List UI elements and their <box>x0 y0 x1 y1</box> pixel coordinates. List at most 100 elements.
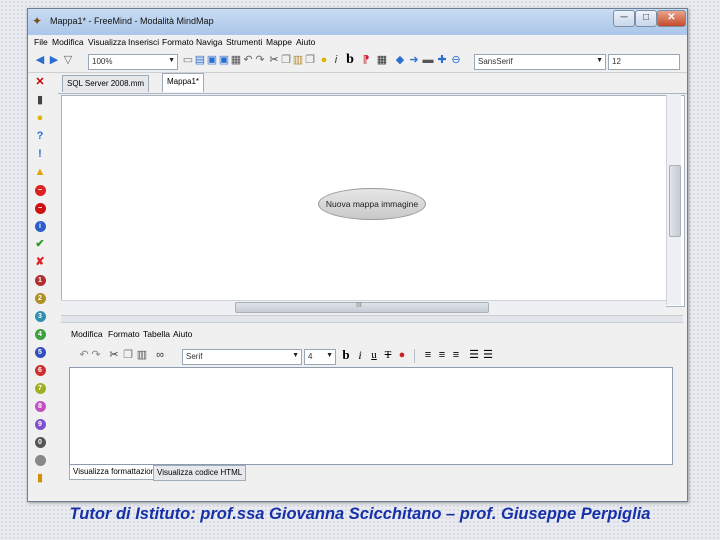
find-binoculars-icon[interactable]: ∞ <box>154 349 166 361</box>
italic-button[interactable]: i <box>330 54 342 66</box>
table-icon[interactable]: ▦ <box>376 54 388 66</box>
tab-sql-server-2008[interactable]: SQL Server 2008.mm <box>62 75 150 92</box>
scroll-grip: III <box>356 302 362 309</box>
plus-icon[interactable]: ✚ <box>436 54 448 66</box>
root-node[interactable]: Nuova mappa immagine <box>318 188 426 220</box>
stop-sign-icon[interactable]: − <box>32 201 48 215</box>
notes-italic-button[interactable]: i <box>354 349 366 361</box>
notes-text-area[interactable] <box>69 367 673 465</box>
redo-icon[interactable]: ↷ <box>254 54 266 66</box>
idea-icon[interactable]: ● <box>32 111 48 125</box>
minimize-button[interactable]: ─ <box>613 10 635 27</box>
menu-file[interactable]: File <box>34 37 48 47</box>
pane-splitter[interactable] <box>61 315 683 323</box>
horizontal-scrollbar[interactable]: III <box>61 300 666 313</box>
priority-8-icon[interactable]: 8 <box>32 399 48 413</box>
check-icon[interactable]: ✔ <box>32 237 48 251</box>
save-as-icon[interactable]: ▣ <box>218 54 230 66</box>
priority-6-icon[interactable]: 6 <box>32 363 48 377</box>
priority-1-icon[interactable]: 1 <box>32 273 48 287</box>
priority-9-icon[interactable]: 9 <box>32 417 48 431</box>
ordered-list-icon[interactable]: ☰ <box>468 349 480 361</box>
align-right-icon[interactable]: ≡ <box>450 349 462 361</box>
notes-size-select[interactable]: 4 ▼ <box>304 349 336 365</box>
bullet-list-icon[interactable]: ☰ <box>482 349 494 361</box>
align-center-icon[interactable]: ≡ <box>436 349 448 361</box>
priority-7-icon[interactable]: 7 <box>32 381 48 395</box>
back-icon[interactable]: ◀ <box>34 54 46 66</box>
notes-underline-button[interactable]: u <box>368 349 380 361</box>
trash-icon[interactable]: ▮ <box>32 93 48 107</box>
align-left-icon[interactable]: ≡ <box>422 349 434 361</box>
warning-icon[interactable]: ▲ <box>32 165 48 179</box>
maximize-button[interactable]: □ <box>635 10 657 27</box>
priority-0-icon[interactable]: 0 <box>32 435 48 449</box>
tab-visualizza-formattazione[interactable]: Visualizza formattazione <box>69 465 164 480</box>
mind-map-canvas[interactable]: Nuova mappa immagine <box>61 95 685 307</box>
filter-icon[interactable]: ▽ <box>62 54 74 66</box>
remove-icon[interactable]: ✕ <box>32 75 48 89</box>
priority-4-icon[interactable]: 4 <box>32 327 48 341</box>
copy-single-icon[interactable]: ❐ <box>304 54 316 66</box>
menu-inserisci[interactable]: Inserisci <box>128 37 159 47</box>
info-icon[interactable]: i <box>32 219 48 233</box>
format-icon[interactable]: ⁋ <box>360 54 372 66</box>
save-icon[interactable]: ▣ <box>206 54 218 66</box>
tab-visualizza-codice-html[interactable]: Visualizza codice HTML <box>153 465 247 481</box>
notes-strike-button[interactable]: T <box>382 349 394 361</box>
notes-menu-aiuto[interactable]: Aiuto <box>173 329 192 339</box>
paste-icon[interactable]: ▥ <box>136 349 148 361</box>
menu-formato[interactable]: Formato <box>162 37 194 47</box>
menu-aiuto[interactable]: Aiuto <box>296 37 315 47</box>
battery-icon[interactable]: ▮ <box>32 471 48 485</box>
zoom-select[interactable]: 100% ▼ <box>88 54 178 70</box>
priority-5-icon[interactable]: 5 <box>32 345 48 359</box>
stop-icon[interactable]: − <box>32 183 48 197</box>
horizontal-scroll-thumb[interactable]: III <box>235 302 489 313</box>
vertical-scroll-thumb[interactable] <box>669 165 681 237</box>
important-icon[interactable]: ! <box>32 147 48 161</box>
question-icon[interactable]: ? <box>32 129 48 143</box>
notes-menu-formato[interactable]: Formato <box>108 329 140 339</box>
notes-menu-modifica[interactable]: Modifica <box>71 329 103 339</box>
copy-icon[interactable]: ❐ <box>122 349 134 361</box>
cut-icon[interactable]: ✂ <box>108 349 120 361</box>
open-folder-icon[interactable]: ▤ <box>194 54 206 66</box>
font-family-select[interactable]: SansSerif ▼ <box>474 54 606 70</box>
close-button[interactable]: ✕ <box>657 10 686 27</box>
arrow-right-icon[interactable]: ➜ <box>408 54 420 66</box>
cross-icon[interactable]: ✘ <box>32 255 48 269</box>
notes-toolbar: ↶ ↷ ✂ ❐ ▥ ∞ Serif ▼ 4 ▼ b i u T ● ≡ ≡ ≡ … <box>68 345 668 365</box>
menu-modifica[interactable]: Modifica <box>52 37 84 47</box>
priority-2-icon[interactable]: 2 <box>32 291 48 305</box>
notes-size-value: 4 <box>308 352 313 361</box>
bold-button[interactable]: b <box>344 53 356 67</box>
title-bar[interactable]: ✦ Mappa1* - FreeMind - Modalità MindMap … <box>28 9 687 35</box>
flag-icon[interactable] <box>32 453 48 467</box>
cut-icon[interactable]: ✂ <box>268 54 280 66</box>
font-size-select[interactable]: 12 <box>608 54 680 70</box>
menu-naviga[interactable]: Naviga <box>196 37 222 47</box>
clear-format-icon[interactable]: ● <box>396 349 408 361</box>
connect-icon[interactable]: ⊖ <box>450 54 462 66</box>
paste-icon[interactable]: ▥ <box>292 54 304 66</box>
notes-menu-tabella[interactable]: Tabella <box>143 329 170 339</box>
new-document-icon[interactable]: ▭ <box>182 54 194 66</box>
tab-mappa1[interactable]: Mappa1* <box>162 73 205 92</box>
notes-bold-button[interactable]: b <box>340 348 352 361</box>
copy-icon[interactable]: ❐ <box>280 54 292 66</box>
minus-icon[interactable]: ▬ <box>422 54 434 66</box>
menu-strumenti[interactable]: Strumenti <box>226 37 262 47</box>
redo-icon[interactable]: ↷ <box>90 349 102 361</box>
menu-mappe[interactable]: Mappe <box>266 37 292 47</box>
notes-font-select[interactable]: Serif ▼ <box>182 349 302 365</box>
forward-icon[interactable]: ▶ <box>48 54 60 66</box>
print-icon[interactable]: ▦ <box>230 54 242 66</box>
undo-icon[interactable]: ↶ <box>242 54 254 66</box>
arrow-left-icon[interactable]: ◆ <box>394 54 406 66</box>
menu-visualizza[interactable]: Visualizza <box>88 37 126 47</box>
priority-3-icon[interactable]: 3 <box>32 309 48 323</box>
undo-icon[interactable]: ↶ <box>78 349 90 361</box>
vertical-scrollbar[interactable] <box>666 95 681 305</box>
idea-bulb-icon[interactable]: ● <box>318 54 330 66</box>
